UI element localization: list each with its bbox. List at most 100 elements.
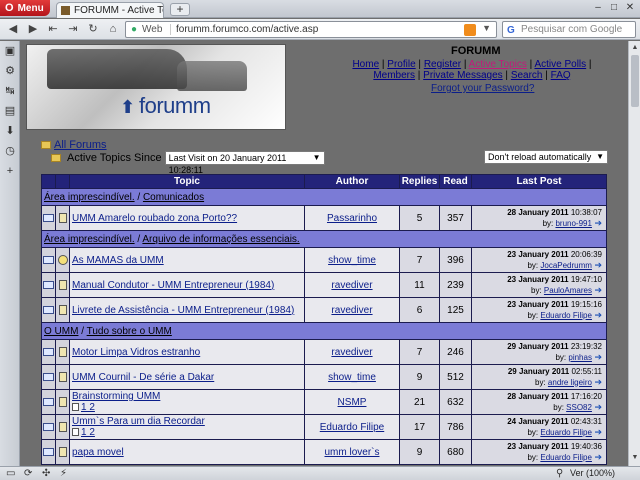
notes-icon[interactable]: ▤ — [4, 105, 16, 117]
author-link[interactable]: ravediver — [331, 305, 372, 316]
nav-search[interactable]: Search — [511, 70, 543, 81]
envelope-icon[interactable] — [43, 347, 54, 356]
vertical-scrollbar[interactable]: ▲ ▼ — [628, 41, 640, 466]
opera-menu-button[interactable]: O Menu — [0, 0, 50, 16]
go-to-last-post-icon[interactable]: ➔ — [592, 452, 602, 462]
back-icon[interactable]: ◀ — [4, 21, 22, 37]
last-post-author-link[interactable]: andre ligeiro — [548, 378, 592, 387]
home-icon[interactable]: ⌂ — [104, 21, 122, 37]
last-post-author-link[interactable]: PauloAmares — [544, 286, 592, 295]
envelope-icon[interactable] — [43, 255, 54, 264]
forum-link[interactable]: Comunicados — [143, 192, 204, 203]
bookmarks-icon[interactable]: ▣ — [4, 45, 16, 57]
author-link[interactable]: ravediver — [331, 280, 372, 291]
last-post-author-link[interactable]: Eduardo Filipe — [540, 428, 592, 437]
author-link[interactable]: show_time — [328, 255, 376, 266]
topic-row[interactable]: Manual Condutor - UMM Entrepreneur (1984… — [41, 272, 607, 298]
go-to-last-post-icon[interactable]: ➔ — [592, 427, 602, 437]
nav-home[interactable]: Home — [352, 59, 379, 70]
add-panel-icon[interactable]: + — [4, 165, 16, 177]
category-link[interactable]: Área imprescindível. — [44, 192, 135, 203]
forgot-password-link[interactable]: Forgot your Password? — [431, 83, 534, 94]
unite-icon[interactable]: ↹ — [4, 85, 16, 97]
topic-row[interactable]: Umm`s Para um dia Recordar 1 2 Eduardo Fil… — [41, 414, 607, 440]
category-link[interactable]: O UMM — [44, 326, 78, 337]
downloads-icon[interactable]: ⬇ — [4, 125, 16, 137]
topic-link[interactable]: papa movel — [72, 447, 124, 458]
topic-row[interactable]: Livrete de Assistência - UMM Entrepreneu… — [41, 297, 607, 323]
address-bar[interactable]: ● Web forumm.forumco.com/active.asp ▼ — [125, 21, 497, 38]
go-to-last-post-icon[interactable]: ➔ — [592, 310, 602, 320]
topic-link[interactable]: Manual Condutor - UMM Entrepreneur (1984… — [72, 280, 274, 291]
nav-register[interactable]: Register — [424, 59, 461, 70]
go-to-last-post-icon[interactable]: ➔ — [592, 260, 602, 270]
topic-row[interactable]: papa movel umm lover`s 9 680 23 January 2011… — [41, 439, 607, 465]
rss-feed-icon[interactable] — [464, 24, 476, 36]
sync-icon[interactable]: ⚡ — [60, 468, 67, 479]
topic-link[interactable]: UMM Amarelo roubado zona Porto?? — [72, 213, 237, 224]
envelope-icon[interactable] — [43, 280, 54, 289]
topic-link[interactable]: As MAMAS da UMM — [72, 255, 164, 266]
author-link[interactable]: show_time — [328, 372, 376, 383]
go-to-last-post-icon[interactable]: ➔ — [592, 285, 602, 295]
go-to-last-post-icon[interactable]: ➔ — [592, 377, 602, 387]
topic-link[interactable]: Livrete de Assistência - UMM Entrepreneu… — [72, 305, 294, 316]
dropdown-arrow-icon[interactable]: ▼ — [482, 23, 491, 33]
panel-toggle-icon[interactable]: ▭ — [6, 468, 15, 479]
nav-private-messages[interactable]: Private Messages — [423, 70, 502, 81]
topic-row[interactable]: Motor Limpa Vidros estranho ravediver 7 246… — [41, 339, 607, 365]
topic-link[interactable]: Motor Limpa Vidros estranho — [72, 347, 200, 358]
page-links[interactable]: 1 2 — [81, 427, 95, 438]
nav-faq[interactable]: FAQ — [551, 70, 571, 81]
author-link[interactable]: umm lover`s — [324, 447, 379, 458]
envelope-icon[interactable] — [43, 397, 54, 406]
last-post-author-link[interactable]: SSO82 — [566, 403, 592, 412]
forward-icon[interactable]: ▶ — [24, 21, 42, 37]
forum-link[interactable]: Arquivo de informações essenciais. — [142, 234, 299, 245]
topic-link[interactable]: Brainstorming UMM — [72, 391, 160, 402]
minimize-icon[interactable]: – — [592, 2, 604, 14]
topic-link[interactable]: UMM Cournil - De série a Dakar — [72, 372, 214, 383]
last-post-author-link[interactable]: pinhas — [568, 353, 592, 362]
fast-forward-icon[interactable]: ⇥ — [64, 21, 82, 37]
all-forums-link[interactable]: All Forums — [54, 139, 107, 151]
reload-select[interactable]: Don't reload automatically ▼ — [484, 150, 608, 164]
widgets-icon[interactable]: ⚙ — [4, 65, 16, 77]
last-post-author-link[interactable]: Eduardo Filipe — [540, 311, 592, 320]
since-select[interactable]: Last Visit on 20 January 2011 10:28:11 ▼ — [164, 151, 325, 175]
scroll-up-icon[interactable]: ▲ — [630, 43, 640, 53]
nav-profile[interactable]: Profile — [387, 59, 415, 70]
last-post-author-link[interactable]: Eduardo Filipe — [540, 453, 592, 462]
tab-active-topics[interactable]: FORUMM - Active Top... ✕ — [56, 2, 164, 18]
nav-active-topics[interactable]: Active Topics — [469, 59, 527, 70]
close-window-icon[interactable]: ✕ — [624, 2, 636, 14]
forum-link[interactable]: Tudo sobre o UMM — [87, 326, 172, 337]
maximize-icon[interactable]: □ — [608, 2, 620, 14]
scroll-thumb[interactable] — [631, 55, 639, 107]
go-to-last-post-icon[interactable]: ➔ — [592, 352, 602, 362]
page-links[interactable]: 1 2 — [81, 402, 95, 413]
last-post-author-link[interactable]: JocaPedrumm — [540, 261, 592, 270]
go-to-last-post-icon[interactable]: ➔ — [592, 218, 602, 228]
topic-row[interactable]: Brainstorming UMM 1 2 NSMP 21 632 28 January … — [41, 389, 607, 415]
envelope-icon[interactable] — [43, 447, 54, 456]
author-link[interactable]: NSMP — [338, 397, 367, 408]
topic-row[interactable]: As MAMAS da UMM show_time 7 396 23 January 2… — [41, 247, 607, 273]
nav-active-polls[interactable]: Active Polls — [534, 59, 586, 70]
last-post-author-link[interactable]: bruno-991 — [555, 219, 591, 228]
topic-row[interactable]: UMM Cournil - De série a Dakar show_time 9… — [41, 364, 607, 390]
go-to-last-post-icon[interactable]: ➔ — [592, 402, 602, 412]
search-input[interactable]: G Pesquisar com Google — [502, 21, 636, 38]
zoom-level[interactable]: Ver (100%) — [570, 468, 615, 478]
topic-row[interactable]: UMM Amarelo roubado zona Porto?? Passarin… — [41, 205, 607, 231]
history-icon[interactable]: ◷ — [4, 145, 16, 157]
author-link[interactable]: Passarinho — [327, 213, 377, 224]
scroll-down-icon[interactable]: ▼ — [630, 453, 640, 463]
envelope-icon[interactable] — [43, 372, 54, 381]
envelope-icon[interactable] — [43, 422, 54, 431]
new-tab-button[interactable]: + — [170, 3, 190, 16]
category-link[interactable]: Área imprescindível. — [44, 234, 135, 245]
envelope-icon[interactable] — [43, 305, 54, 314]
reload-icon[interactable]: ↻ — [84, 21, 102, 37]
unite-status-icon[interactable]: ✣ — [42, 468, 50, 479]
